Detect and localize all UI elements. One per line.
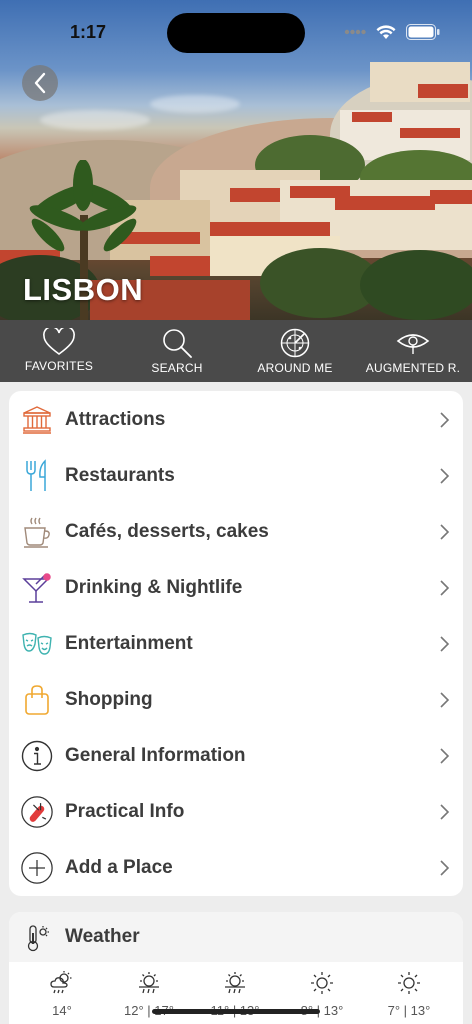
search-icon (163, 329, 192, 358)
menu-item-cafes[interactable]: Cafés, desserts, cakes (9, 504, 463, 560)
menu-item-shopping[interactable]: Shopping (9, 672, 463, 728)
sun-icon (398, 972, 420, 994)
status-time: 1:17 (70, 22, 107, 42)
swiss-knife-icon (21, 796, 53, 828)
theater-masks-icon (21, 628, 53, 660)
battery-icon (406, 24, 440, 40)
menu-item-attractions[interactable]: Attractions (9, 392, 463, 448)
menu-item-add-a-place[interactable]: Add a Place (9, 840, 463, 896)
signal-icon (344, 29, 366, 35)
chevron-left-icon (34, 72, 46, 94)
chevron-right-icon (440, 524, 450, 540)
chevron-right-icon (440, 468, 450, 484)
menu-label-drinking-nightlife: Drinking & Nightlife (65, 577, 243, 598)
menu-item-practical-info[interactable]: Practical Info (9, 784, 463, 840)
sun-rain-icon (225, 972, 245, 994)
menu-label-attractions: Attractions (65, 409, 166, 430)
favorites-label: FAVORITES (24, 359, 94, 373)
weather-title: Weather (65, 926, 140, 947)
chevron-right-icon (440, 636, 450, 652)
menu-item-entertainment[interactable]: Entertainment (9, 616, 463, 672)
info-icon (21, 740, 53, 772)
favorites-tab[interactable]: FAVORITES (0, 320, 118, 382)
fork-knife-icon (21, 459, 53, 492)
chevron-right-icon (440, 692, 450, 708)
radar-icon (280, 328, 310, 358)
hero-image: 1:17 LISBON (0, 0, 472, 320)
menu-label-restaurants: Restaurants (65, 465, 175, 486)
shopping-bag-icon (21, 684, 53, 716)
menu-label-add-a-place: Add a Place (65, 857, 173, 878)
temple-icon (21, 404, 53, 436)
weather-day: 14° (22, 970, 102, 1018)
home-indicator[interactable] (152, 1009, 320, 1014)
chevron-right-icon (440, 860, 450, 876)
dynamic-island (167, 13, 305, 53)
weather-card[interactable]: Weather 14° 12° | 17° 11° | 13° 8° | 13° (9, 912, 463, 1024)
sun-rain-icon (139, 972, 159, 994)
weather-header: Weather (9, 912, 463, 962)
category-menu: Attractions Restaurants Cafés, desserts,… (9, 391, 463, 896)
weather-temp: 7° | 13° (387, 1003, 431, 1018)
thermometer-icon (27, 925, 49, 952)
cloud-sun-rain-icon (50, 971, 72, 994)
weather-temp: 14° (52, 1003, 72, 1018)
plus-circle-icon (21, 852, 53, 884)
augmented-reality-label: AUGMENTED R. (365, 361, 461, 375)
status-icons (344, 24, 440, 40)
menu-item-general-information[interactable]: General Information (9, 728, 463, 784)
menu-label-shopping: Shopping (65, 689, 153, 710)
back-button[interactable] (22, 65, 58, 101)
chevron-right-icon (440, 580, 450, 596)
search-tab[interactable]: SEARCH (118, 320, 236, 382)
menu-label-general-information: General Information (65, 745, 246, 766)
around-me-label: AROUND ME (257, 361, 333, 375)
augmented-reality-tab[interactable]: AUGMENTED R. (354, 320, 472, 382)
menu-item-drinking-nightlife[interactable]: Drinking & Nightlife (9, 560, 463, 616)
weather-day: 7° | 13° (369, 970, 449, 1018)
chevron-right-icon (440, 748, 450, 764)
chevron-right-icon (440, 804, 450, 820)
menu-label-practical-info: Practical Info (65, 801, 185, 822)
eye-icon (396, 334, 430, 354)
search-label: SEARCH (151, 361, 203, 375)
cocktail-icon (21, 572, 53, 604)
chevron-right-icon (440, 412, 450, 428)
coffee-cup-icon (21, 516, 53, 548)
main-toolbar: FAVORITES SEARCH AROUND ME AUGMENTED R. (0, 320, 472, 382)
menu-label-entertainment: Entertainment (65, 633, 193, 654)
sun-icon (311, 972, 333, 994)
wifi-icon (376, 24, 396, 39)
around-me-tab[interactable]: AROUND ME (236, 320, 354, 382)
heart-icon (43, 328, 75, 355)
menu-item-restaurants[interactable]: Restaurants (9, 448, 463, 504)
menu-label-cafes: Cafés, desserts, cakes (65, 521, 269, 542)
city-title: LISBON (23, 272, 144, 307)
